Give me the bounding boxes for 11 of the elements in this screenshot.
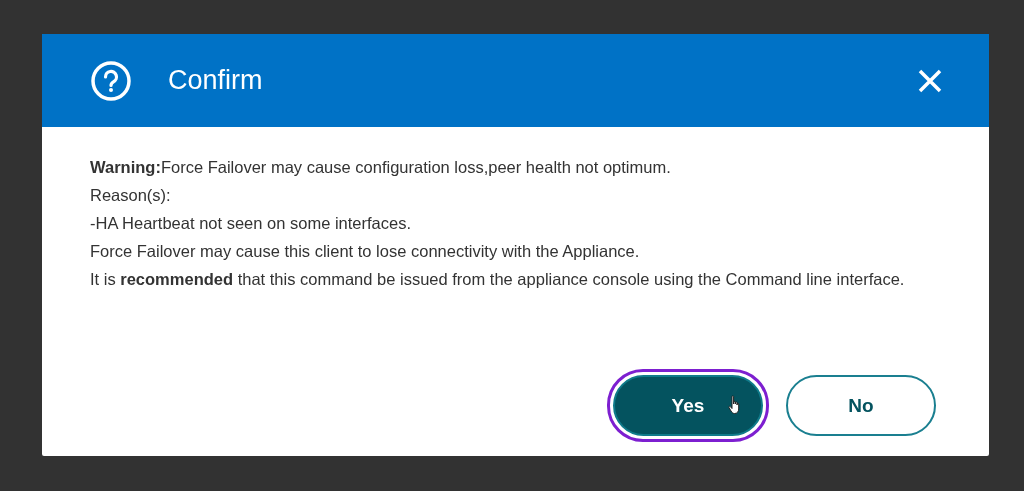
message-text: -HA Heartbeat not seen on some interfaces.	[90, 213, 412, 234]
message-text: It is recommended that this command be issued from the appliance console using the Command line interface.	[90, 269, 906, 290]
dialog-title: Confirm	[168, 65, 264, 96]
close-icon[interactable]	[917, 67, 943, 94]
confirm-button[interactable]: Yes	[613, 375, 763, 436]
message-text: Warning:Force Failover may cause configuration loss,peer health not optimum.	[90, 157, 672, 178]
message-text: Force Failover may cause this client to lose connectivity with the Appliance.	[90, 241, 641, 262]
hand-cursor-icon	[728, 395, 742, 415]
help-icon	[90, 59, 132, 102]
cancel-button[interactable]: No	[786, 375, 936, 436]
message-text: Reason(s):	[90, 185, 172, 206]
